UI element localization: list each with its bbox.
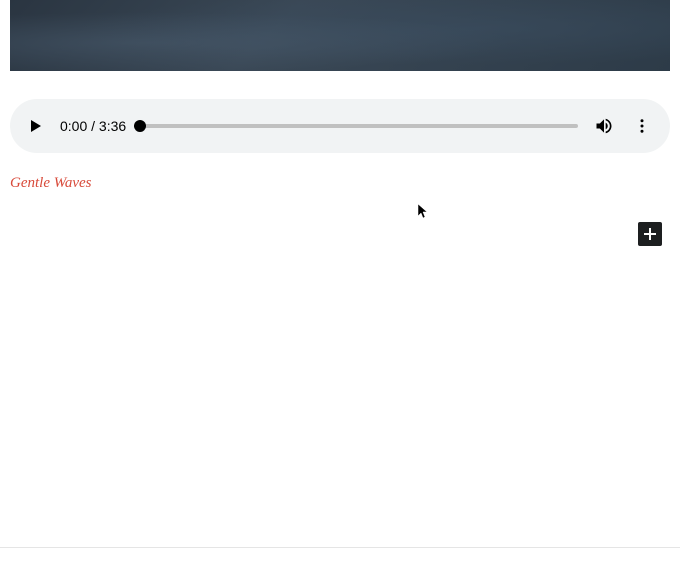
play-icon [28, 118, 44, 134]
time-separator: / [87, 118, 99, 134]
progress-thumb[interactable] [134, 120, 146, 132]
more-vertical-icon [633, 117, 651, 135]
volume-button[interactable] [592, 114, 616, 138]
plus-icon [642, 226, 658, 242]
cursor-icon [418, 204, 430, 220]
more-button[interactable] [630, 114, 654, 138]
volume-icon [594, 116, 614, 136]
time-display: 0:00 / 3:36 [60, 118, 126, 134]
audio-caption: Gentle Waves [10, 175, 680, 192]
progress-bar[interactable] [140, 124, 578, 128]
footer-divider [0, 547, 680, 548]
duration: 3:36 [99, 118, 126, 134]
hero-image [10, 0, 670, 71]
current-time: 0:00 [60, 118, 87, 134]
audio-player: 0:00 / 3:36 [10, 99, 670, 153]
play-button[interactable] [26, 116, 46, 136]
add-button[interactable] [638, 222, 662, 246]
